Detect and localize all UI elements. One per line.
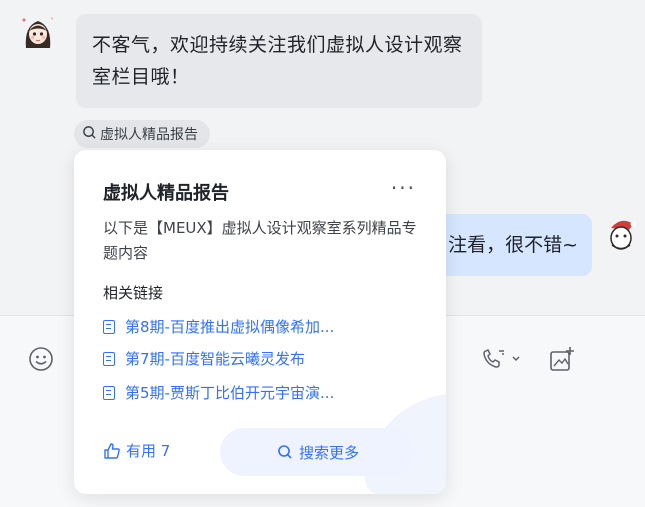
- more-options-icon[interactable]: ···: [391, 176, 416, 200]
- document-icon: [103, 319, 115, 334]
- document-icon: [103, 385, 115, 400]
- related-link-label: 第5期-贾斯丁比伯开元宇宙演...: [125, 384, 335, 402]
- girl-avatar-icon: [18, 12, 58, 52]
- search-more-label: 搜索更多: [298, 443, 359, 462]
- search-more-button[interactable]: 搜索更多: [220, 428, 416, 476]
- santa-avatar-icon: [601, 214, 641, 254]
- related-link[interactable]: 第5期-贾斯丁比伯开元宇宙演...: [103, 382, 334, 403]
- self-avatar[interactable]: [601, 214, 641, 254]
- search-icon: [82, 125, 97, 144]
- topic-tag-label: 虚拟人精品报告: [100, 127, 198, 143]
- contact-avatar[interactable]: [18, 12, 58, 52]
- useful-button[interactable]: 有用 7: [103, 440, 170, 461]
- message-text: 不客气，欢迎持续关注我们虚拟人设计观察室栏目哦！: [92, 34, 463, 88]
- emoji-icon[interactable]: [28, 346, 54, 376]
- add-image-icon[interactable]: [548, 345, 576, 377]
- card-title: 虚拟人精品报告: [103, 183, 229, 204]
- phone-call-icon[interactable]: [480, 346, 524, 376]
- message-bubble-incoming[interactable]: 不客气，欢迎持续关注我们虚拟人设计观察室栏目哦！: [76, 14, 482, 108]
- related-link[interactable]: 第8期-百度推出虚拟偶像希加...: [103, 316, 334, 337]
- topic-tag[interactable]: 虚拟人精品报告: [74, 120, 210, 148]
- search-icon: [277, 444, 293, 460]
- document-icon: [103, 351, 115, 366]
- related-link[interactable]: 第7期-百度智能云曦灵发布: [103, 348, 305, 369]
- related-links-heading: 相关链接: [103, 284, 164, 302]
- thumbs-up-icon: [103, 442, 121, 460]
- related-link-label: 第8期-百度推出虚拟偶像希加...: [125, 318, 335, 336]
- report-card-popup: 虚拟人精品报告 ··· 以下是【MEUX】虚拟人设计观察室系列精品专题内容 相关…: [74, 150, 446, 494]
- card-description: 以下是【MEUX】虚拟人设计观察室系列精品专题内容: [103, 219, 417, 262]
- useful-label: 有用 7: [126, 442, 171, 460]
- message-text: 注看，很不错~: [448, 234, 578, 256]
- related-link-label: 第7期-百度智能云曦灵发布: [125, 350, 305, 368]
